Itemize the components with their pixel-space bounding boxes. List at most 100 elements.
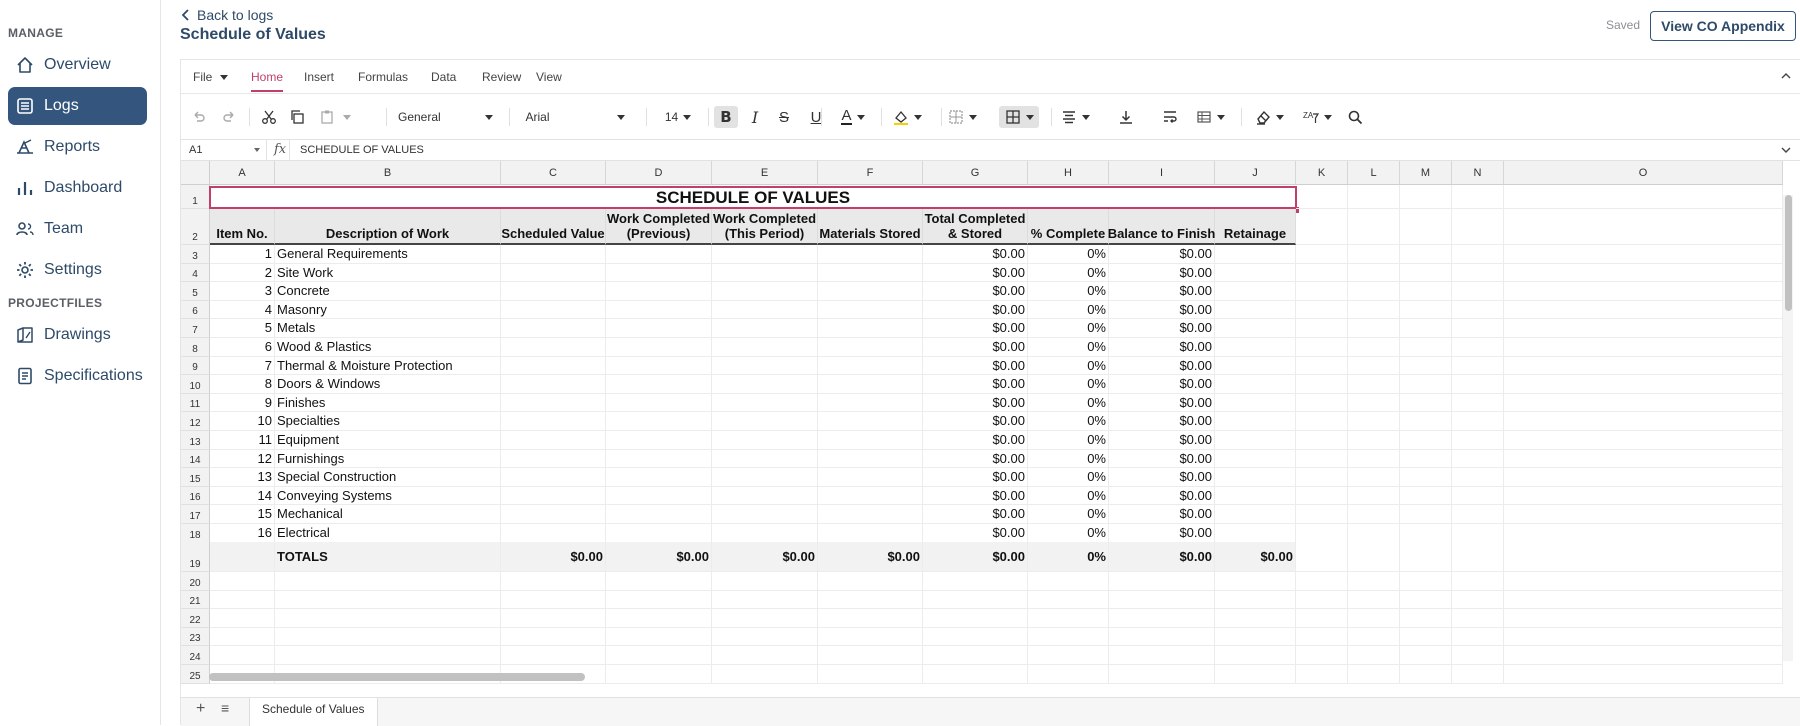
- scheduled-value-cell[interactable]: [501, 524, 606, 543]
- column-header[interactable]: L: [1348, 161, 1400, 185]
- empty-cell[interactable]: [1452, 646, 1504, 665]
- this-period-cell[interactable]: [712, 524, 818, 543]
- balance-cell[interactable]: $0.00: [1109, 263, 1215, 283]
- column-header[interactable]: G: [923, 161, 1028, 185]
- sheet-grid[interactable]: A B C D E F G H I J K L M N O 1 2 3 4 5 6 7 8 9 10 11 12 13 14 15 16 17…: [181, 161, 1800, 697]
- item-no-cell[interactable]: 11: [210, 431, 275, 450]
- row-header[interactable]: 22: [181, 609, 210, 628]
- empty-cell[interactable]: [1296, 263, 1348, 283]
- empty-cell[interactable]: [1504, 468, 1783, 487]
- retainage-cell[interactable]: [1215, 393, 1296, 413]
- empty-cell[interactable]: [1215, 590, 1296, 610]
- percent-complete-cell[interactable]: 0%: [1028, 263, 1109, 283]
- balance-cell[interactable]: $0.00: [1109, 282, 1215, 301]
- empty-cell[interactable]: [1400, 486, 1452, 506]
- balance-cell[interactable]: $0.00: [1109, 412, 1215, 431]
- view-co-appendix-button[interactable]: View CO Appendix: [1650, 11, 1796, 41]
- description-cell[interactable]: Wood & Plastics: [275, 338, 501, 357]
- back-to-logs-link[interactable]: Back to logs: [181, 7, 273, 23]
- empty-cell[interactable]: [1109, 646, 1215, 665]
- sheet-list-icon[interactable]: ≡: [221, 700, 229, 716]
- description-cell[interactable]: General Requirements: [275, 245, 501, 264]
- empty-cell[interactable]: [1452, 412, 1504, 431]
- item-no-cell[interactable]: 13: [210, 468, 275, 487]
- empty-cell[interactable]: [501, 572, 606, 591]
- tab-formulas[interactable]: Formulas: [358, 70, 408, 84]
- empty-cell[interactable]: [818, 572, 923, 591]
- row-header[interactable]: 2: [181, 209, 210, 245]
- balance-cell[interactable]: $0.00: [1109, 245, 1215, 264]
- percent-complete-cell[interactable]: 0%: [1028, 486, 1109, 506]
- sidebar-item-logs[interactable]: Logs: [8, 87, 147, 125]
- empty-cell[interactable]: [818, 609, 923, 628]
- empty-cell[interactable]: [1504, 590, 1783, 610]
- scheduled-value-cell[interactable]: [501, 486, 606, 506]
- scheduled-value-cell[interactable]: [501, 245, 606, 264]
- previous-cell[interactable]: [606, 263, 712, 283]
- scheduled-value-cell[interactable]: [501, 263, 606, 283]
- empty-cell[interactable]: [923, 590, 1028, 610]
- empty-cell[interactable]: [1504, 356, 1783, 376]
- empty-cell[interactable]: [1400, 590, 1452, 610]
- sidebar-item-settings[interactable]: Settings: [8, 251, 147, 289]
- empty-cell[interactable]: [275, 609, 501, 628]
- empty-cell[interactable]: [1296, 356, 1348, 376]
- row-header[interactable]: 25: [181, 665, 210, 684]
- materials-cell[interactable]: [818, 393, 923, 413]
- empty-cell[interactable]: [1400, 282, 1452, 301]
- empty-cell[interactable]: [1452, 590, 1504, 610]
- materials-cell[interactable]: [818, 431, 923, 450]
- font-size-select[interactable]: 14: [657, 106, 699, 128]
- total-completed-cell[interactable]: $0.00: [923, 375, 1028, 394]
- empty-cell[interactable]: [1504, 245, 1783, 264]
- row-header[interactable]: 15: [181, 468, 210, 487]
- balance-cell[interactable]: $0.00: [1109, 468, 1215, 487]
- description-cell[interactable]: Equipment: [275, 431, 501, 450]
- empty-cell[interactable]: [1028, 590, 1109, 610]
- conditional-format-icon[interactable]: [1191, 106, 1229, 128]
- empty-cell[interactable]: [1452, 245, 1504, 264]
- scheduled-value-cell[interactable]: [501, 356, 606, 376]
- name-box[interactable]: A1: [181, 140, 267, 160]
- empty-cell[interactable]: [1296, 449, 1348, 469]
- empty-cell[interactable]: [1028, 572, 1109, 591]
- total-completed-cell[interactable]: $0.00: [923, 468, 1028, 487]
- this-period-cell[interactable]: [712, 282, 818, 301]
- row-header[interactable]: 14: [181, 449, 210, 469]
- balance-cell[interactable]: $0.00: [1109, 431, 1215, 450]
- this-period-cell[interactable]: [712, 431, 818, 450]
- total-completed-cell[interactable]: $0.00: [923, 338, 1028, 357]
- previous-cell[interactable]: [606, 468, 712, 487]
- row-header[interactable]: 19: [181, 542, 210, 572]
- empty-cell[interactable]: [1452, 393, 1504, 413]
- scheduled-value-cell[interactable]: [501, 449, 606, 469]
- empty-cell[interactable]: [1296, 542, 1348, 572]
- row-header[interactable]: 17: [181, 505, 210, 524]
- formula-input[interactable]: SCHEDULE OF VALUES: [289, 140, 1769, 160]
- percent-complete-cell[interactable]: 0%: [1028, 468, 1109, 487]
- description-cell[interactable]: Electrical: [275, 524, 501, 543]
- sidebar-item-reports[interactable]: Reports: [8, 128, 147, 166]
- empty-cell[interactable]: [1296, 646, 1348, 665]
- empty-cell[interactable]: [606, 572, 712, 591]
- materials-cell[interactable]: [818, 282, 923, 301]
- empty-cell[interactable]: [1400, 300, 1452, 320]
- tab-view[interactable]: View: [536, 70, 562, 84]
- item-no-cell[interactable]: 8: [210, 375, 275, 394]
- empty-cell[interactable]: [1348, 590, 1400, 610]
- empty-cell[interactable]: [1504, 646, 1783, 665]
- empty-cell[interactable]: [1400, 609, 1452, 628]
- column-header[interactable]: A: [210, 161, 275, 185]
- item-no-cell[interactable]: 12: [210, 449, 275, 469]
- previous-cell[interactable]: [606, 449, 712, 469]
- retainage-cell[interactable]: [1215, 338, 1296, 357]
- redo-icon[interactable]: [219, 106, 239, 128]
- materials-cell[interactable]: [818, 356, 923, 376]
- empty-cell[interactable]: [712, 609, 818, 628]
- column-header[interactable]: D: [606, 161, 712, 185]
- this-period-cell[interactable]: [712, 245, 818, 264]
- empty-cell[interactable]: [501, 590, 606, 610]
- tab-insert[interactable]: Insert: [304, 70, 334, 84]
- row-header[interactable]: 21: [181, 590, 210, 610]
- balance-cell[interactable]: $0.00: [1109, 356, 1215, 376]
